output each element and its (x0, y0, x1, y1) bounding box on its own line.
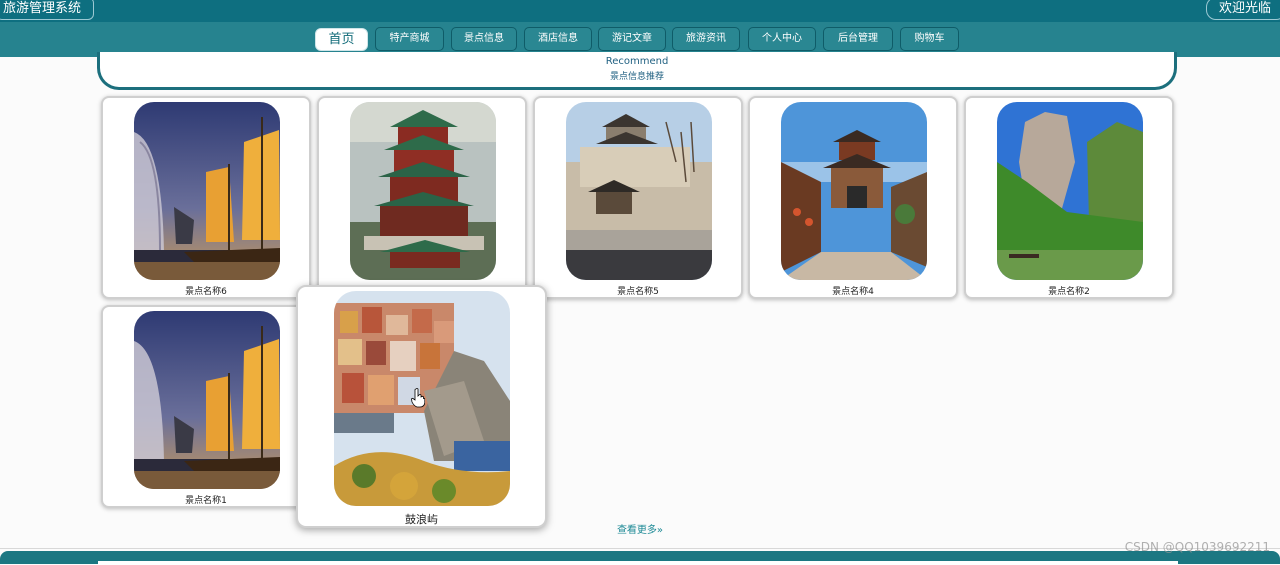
scenic-card[interactable]: 景点名称1 (101, 305, 311, 508)
scenic-photo[interactable] (997, 102, 1143, 280)
scenic-photo[interactable] (134, 311, 280, 489)
scenic-photo[interactable] (566, 102, 712, 280)
scenic-card[interactable]: 景点名称6 (101, 96, 311, 299)
view-more-link[interactable]: 查看更多» (0, 521, 1280, 536)
scenic-card[interactable]: 景点名称4 (748, 96, 958, 299)
scenic-card[interactable] (317, 96, 527, 299)
scenic-name: 景点名称4 (832, 287, 874, 297)
footer-bar (0, 551, 1280, 565)
scenic-card[interactable]: 景点名称5 (533, 96, 743, 299)
scenic-photo[interactable] (350, 102, 496, 280)
scenic-name: 景点名称2 (1048, 287, 1090, 297)
site-title[interactable]: 旅游管理系统 (0, 0, 95, 20)
hand-pointer-icon (411, 388, 425, 408)
nav-scenic-info[interactable]: 景点信息 (451, 27, 517, 51)
nav-home[interactable]: 首页 (315, 28, 368, 51)
recommend-header: Recommend 景点信息推荐 (97, 52, 1177, 90)
scenic-name: 景点名称1 (185, 496, 227, 506)
nav-admin[interactable]: 后台管理 (823, 27, 893, 51)
nav-travel-articles[interactable]: 游记文章 (598, 27, 666, 51)
scenic-name: 鼓浪屿 (405, 513, 438, 526)
scenic-name: 景点名称6 (185, 287, 227, 297)
scenic-name: 景点名称5 (617, 287, 659, 297)
recommend-title-en: Recommend (605, 56, 669, 67)
divider (0, 548, 1280, 549)
scenic-photo[interactable] (781, 102, 927, 280)
scenic-photo[interactable] (134, 102, 280, 280)
nav-personal-center[interactable]: 个人中心 (748, 27, 816, 51)
nav-hotel-info[interactable]: 酒店信息 (524, 27, 592, 51)
scenic-card[interactable]: 景点名称2 (964, 96, 1174, 299)
nav-specialty-mall[interactable]: 特产商城 (375, 27, 444, 51)
welcome-label: 欢迎光临 (1205, 0, 1280, 20)
watermark: CSDN @QQ1039692211 (1124, 540, 1270, 554)
footer-inner (98, 561, 1178, 565)
recommend-title-cn: 景点信息推荐 (609, 72, 664, 82)
top-bar: 旅游管理系统 欢迎光临 (0, 0, 1280, 22)
nav-cart[interactable]: 购物车 (900, 27, 959, 51)
nav-travel-news[interactable]: 旅游资讯 (672, 27, 740, 51)
